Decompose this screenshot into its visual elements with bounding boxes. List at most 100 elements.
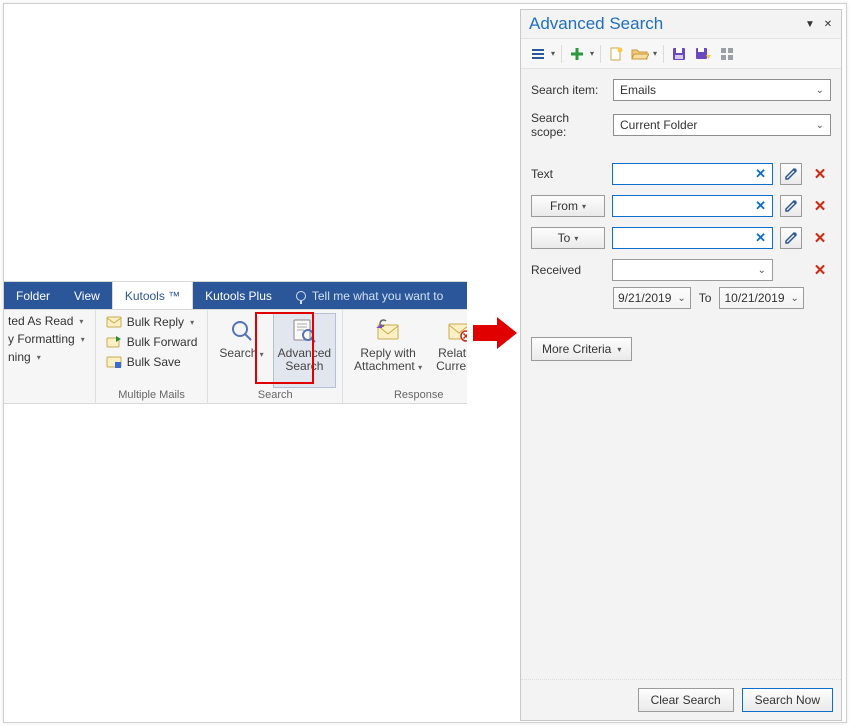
to-input-field[interactable] — [617, 230, 753, 246]
label-l1: Reply with — [360, 346, 415, 360]
chevron-down-icon: ▾ — [617, 345, 621, 354]
ribbon-group-response: Reply withAttachment ▾ RelativeCurrent ▾… — [343, 310, 467, 404]
tab-folder[interactable]: Folder — [4, 282, 62, 309]
save-icon[interactable] — [670, 45, 688, 63]
from-input[interactable]: ✕ — [612, 195, 773, 217]
from-input-field[interactable] — [617, 198, 753, 214]
chevron-down-icon: ⌄ — [791, 293, 799, 304]
bulk-forward-button[interactable]: Bulk Forward — [102, 333, 202, 351]
received-field-label: Received — [531, 263, 605, 277]
search-scope-select[interactable]: Current Folder ⌄ — [613, 114, 831, 136]
ribbon-group-search: Search ▾ AdvancedSearch Search — [208, 310, 343, 404]
advanced-search-icon — [290, 317, 318, 345]
reply-attachment-icon — [374, 317, 402, 345]
more-criteria-button[interactable]: More Criteria ▾ — [531, 337, 632, 361]
label: Bulk Forward — [127, 335, 198, 349]
remove-criterion-button[interactable]: ✕ — [809, 195, 831, 217]
picker-button[interactable] — [780, 163, 802, 185]
picker-button[interactable] — [780, 227, 802, 249]
close-button[interactable]: ✕ — [821, 17, 835, 31]
clear-icon[interactable]: ✕ — [753, 198, 768, 214]
panel-titlebar: Advanced Search ▼ ✕ — [521, 10, 841, 39]
text-input[interactable]: ✕ — [612, 163, 773, 185]
chevron-down-icon: ▾ — [418, 363, 422, 372]
tab-view[interactable]: View — [62, 282, 112, 309]
group-label: Response — [349, 388, 467, 403]
search-now-button[interactable]: Search Now — [742, 688, 833, 712]
add-icon[interactable] — [568, 45, 586, 63]
tell-me-label: Tell me what you want to — [312, 289, 443, 303]
red-arrow — [473, 317, 517, 349]
remove-criterion-button[interactable]: ✕ — [809, 259, 831, 281]
group-label: Multiple Mails — [102, 388, 202, 403]
chevron-down-icon[interactable]: ▾ — [551, 49, 555, 58]
search-item-label: Search item: — [531, 83, 605, 97]
grid-icon[interactable] — [718, 45, 736, 63]
chevron-down-icon[interactable]: ▾ — [653, 49, 657, 58]
relative-current-button[interactable]: RelativeCurrent ▾ — [431, 313, 467, 388]
chevron-down-icon: ▾ — [79, 317, 83, 326]
group-label: Search — [214, 388, 336, 403]
text-input-field[interactable] — [617, 166, 753, 182]
chevron-down-icon: ⌄ — [816, 85, 824, 96]
remove-criterion-button[interactable]: ✕ — [809, 227, 831, 249]
clear-search-button[interactable]: Clear Search — [638, 688, 734, 712]
envelope-forward-icon — [106, 334, 122, 350]
advanced-search-button[interactable]: AdvancedSearch — [273, 313, 336, 388]
dropdown-button[interactable]: ▼ — [803, 17, 817, 31]
label: ning — [8, 350, 31, 364]
ribbon-tabs: Folder View Kutools ™ Kutools Plus Tell … — [4, 282, 467, 310]
save-as-icon[interactable] — [694, 45, 712, 63]
clear-icon[interactable]: ✕ — [753, 230, 768, 246]
bulk-save-button[interactable]: Bulk Save — [102, 353, 202, 371]
chevron-down-icon: ▾ — [81, 335, 85, 344]
chevron-down-icon: ▾ — [574, 234, 578, 243]
label-l2: Attachment — [354, 359, 415, 373]
envelope-icon — [106, 314, 122, 330]
label-l1: Relative — [438, 346, 467, 360]
search-scope-value: Current Folder — [620, 118, 697, 132]
to-field-button[interactable]: To▾ — [531, 227, 605, 249]
from-field-button[interactable]: From ▾ — [531, 195, 605, 217]
ribbon-item-formatting[interactable]: y Formatting▾ — [4, 331, 89, 347]
date-from-picker[interactable]: 9/21/2019 ⌄ — [613, 287, 691, 309]
label: To — [558, 231, 571, 245]
label-l1: Search — [219, 346, 257, 360]
picker-button[interactable] — [780, 195, 802, 217]
panel-toolbar: ▾ ▾ ▾ — [521, 39, 841, 69]
clear-icon[interactable]: ✕ — [753, 166, 768, 182]
label: Bulk Reply — [127, 315, 184, 329]
label-l1: Advanced — [278, 346, 331, 360]
new-doc-icon[interactable] — [607, 45, 625, 63]
date-to-picker[interactable]: 10/21/2019 ⌄ — [719, 287, 803, 309]
chevron-down-icon: ▾ — [37, 353, 41, 362]
chevron-down-icon: ⌄ — [816, 120, 824, 131]
separator — [600, 45, 601, 63]
ribbon-group-cutoff: ted As Read▾ y Formatting▾ ning ▾ — [4, 310, 96, 404]
received-select[interactable]: ⌄ — [612, 259, 773, 281]
search-button[interactable]: Search ▾ — [214, 313, 268, 388]
search-item-value: Emails — [620, 83, 656, 97]
lightbulb-icon — [296, 291, 306, 301]
tell-me-search[interactable]: Tell me what you want to — [284, 282, 467, 309]
menu-icon[interactable] — [529, 45, 547, 63]
chevron-down-icon[interactable]: ▾ — [590, 49, 594, 58]
open-folder-icon[interactable] — [631, 45, 649, 63]
text-field-label: Text — [531, 167, 605, 181]
bulk-reply-button[interactable]: Bulk Reply▾ — [102, 313, 202, 331]
ribbon-body: ted As Read▾ y Formatting▾ ning ▾ — [4, 310, 467, 404]
remove-criterion-button[interactable]: ✕ — [809, 163, 831, 185]
date-separator: To — [699, 291, 712, 305]
chevron-down-icon: ▾ — [582, 202, 586, 211]
search-item-select[interactable]: Emails ⌄ — [613, 79, 831, 101]
date-to-value: 10/21/2019 — [724, 291, 784, 305]
reply-with-attachment-button[interactable]: Reply withAttachment ▾ — [349, 313, 427, 388]
ribbon-item-mark-read[interactable]: ted As Read▾ — [4, 313, 89, 329]
separator — [663, 45, 664, 63]
tab-kutools[interactable]: Kutools ™ — [112, 282, 193, 309]
ribbon-item-ning[interactable]: ning ▾ — [4, 349, 89, 365]
ribbon-group-multiple-mails: Bulk Reply▾ Bulk Forward B — [96, 310, 209, 404]
label: From — [550, 199, 578, 213]
to-input[interactable]: ✕ — [612, 227, 773, 249]
tab-kutools-plus[interactable]: Kutools Plus — [193, 282, 284, 309]
